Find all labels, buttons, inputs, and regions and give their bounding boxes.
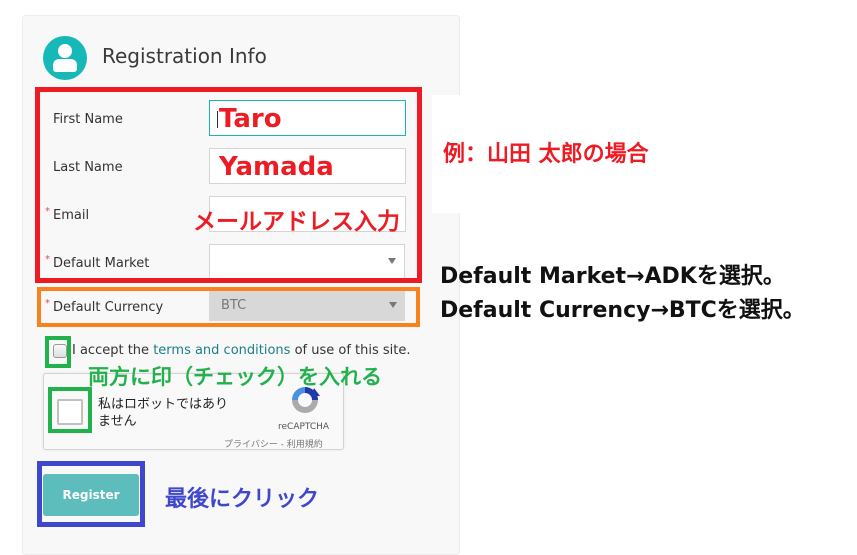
recaptcha-privacy-terms-links[interactable]: プライバシー - 利用規約	[224, 437, 323, 450]
annotation-email-hint: メールアドレス入力	[193, 209, 400, 235]
annotation-example: 例：山田 太郎の場合	[443, 142, 649, 167]
terms-prefix: I accept the	[72, 343, 154, 358]
annotation-box-currency	[37, 287, 420, 327]
page-title: Registration Info	[102, 44, 267, 68]
annotation-currency-hint: Default Currency→BTCを選択。	[440, 298, 805, 323]
annotation-box-name-fields	[35, 87, 422, 283]
annotation-box-register	[37, 461, 145, 527]
annotation-click-hint: 最後にクリック	[165, 487, 320, 512]
terms-suffix: of use of this site.	[290, 343, 411, 358]
recaptcha-label-line1: 私はロボットではあり	[98, 397, 229, 412]
terms-text: I accept the terms and conditions of use…	[72, 343, 411, 358]
annotation-box-terms-checkbox	[45, 336, 71, 368]
terms-link[interactable]: terms and conditions	[153, 343, 290, 358]
recaptcha-label: 私はロボットではあり ません	[98, 396, 248, 430]
recaptcha-label-line2: ません	[98, 414, 137, 429]
annotation-box-recaptcha-checkbox	[48, 387, 92, 433]
recaptcha-brand: reCAPTCHA	[278, 422, 330, 432]
annotation-check-hint: 両方に印（チェック）を入れる	[88, 365, 382, 389]
user-avatar-icon	[43, 36, 87, 80]
annotation-market-hint: Default Market→ADKを選択。	[440, 264, 785, 289]
